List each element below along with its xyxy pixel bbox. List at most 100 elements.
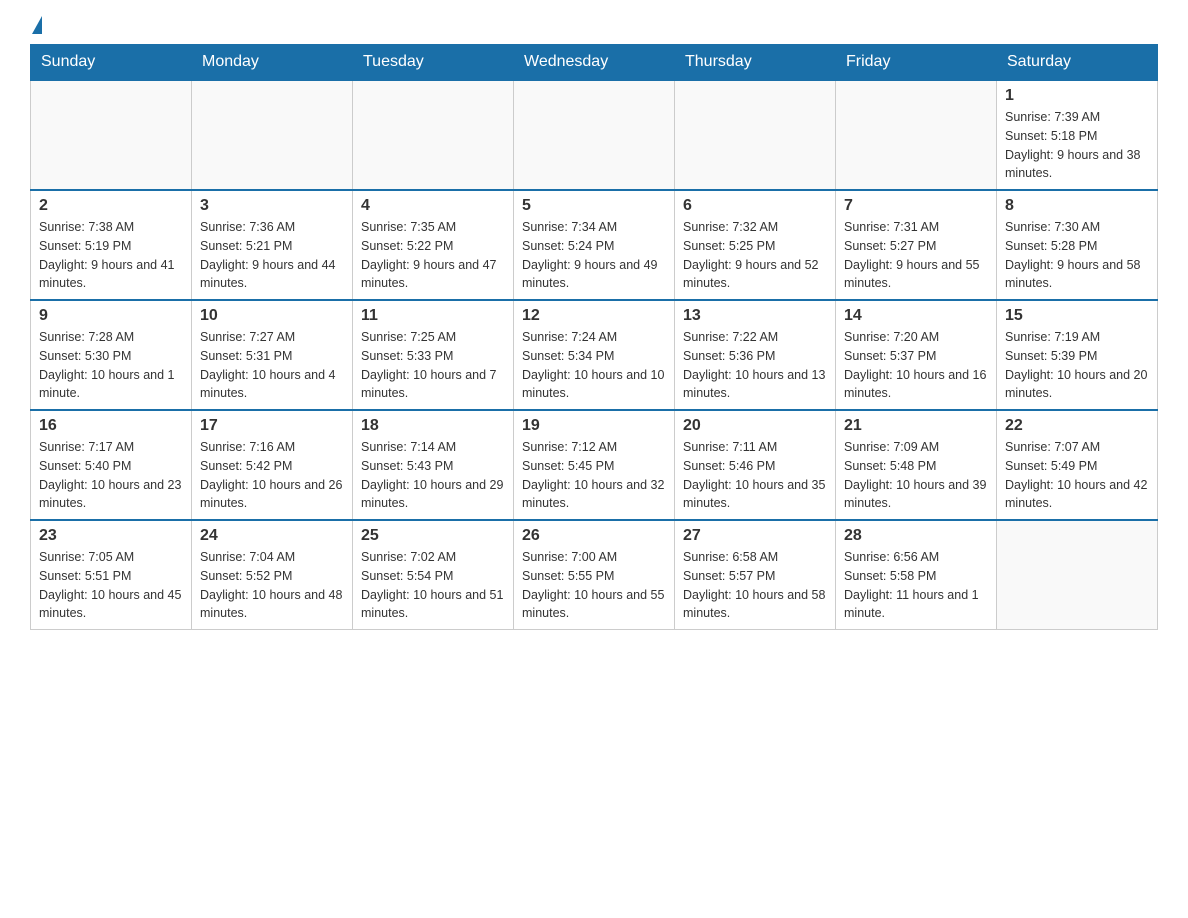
- day-info: Sunrise: 7:05 AM Sunset: 5:51 PM Dayligh…: [39, 548, 183, 623]
- calendar-cell: 24 Sunrise: 7:04 AM Sunset: 5:52 PM Dayli…: [192, 520, 353, 630]
- calendar-cell: 22 Sunrise: 7:07 AM Sunset: 5:49 PM Dayli…: [997, 410, 1158, 520]
- day-number: 11: [361, 307, 505, 325]
- day-number: 18: [361, 417, 505, 435]
- day-number: 27: [683, 527, 827, 545]
- day-of-week-header: Tuesday: [353, 45, 514, 81]
- calendar-cell: 18 Sunrise: 7:14 AM Sunset: 5:43 PM Dayli…: [353, 410, 514, 520]
- day-info: Sunrise: 7:24 AM Sunset: 5:34 PM Dayligh…: [522, 328, 666, 403]
- calendar-cell: 28 Sunrise: 6:56 AM Sunset: 5:58 PM Dayli…: [836, 520, 997, 630]
- calendar-cell: 26 Sunrise: 7:00 AM Sunset: 5:55 PM Dayli…: [514, 520, 675, 630]
- day-number: 3: [200, 197, 344, 215]
- calendar-cell: 9 Sunrise: 7:28 AM Sunset: 5:30 PM Daylig…: [31, 300, 192, 410]
- calendar-cell: 11 Sunrise: 7:25 AM Sunset: 5:33 PM Dayli…: [353, 300, 514, 410]
- logo: [30, 20, 42, 34]
- day-number: 28: [844, 527, 988, 545]
- day-info: Sunrise: 7:11 AM Sunset: 5:46 PM Dayligh…: [683, 438, 827, 513]
- calendar-header-row: SundayMondayTuesdayWednesdayThursdayFrid…: [31, 45, 1158, 81]
- day-number: 5: [522, 197, 666, 215]
- day-info: Sunrise: 7:30 AM Sunset: 5:28 PM Dayligh…: [1005, 218, 1149, 293]
- calendar-cell: 25 Sunrise: 7:02 AM Sunset: 5:54 PM Dayli…: [353, 520, 514, 630]
- day-of-week-header: Sunday: [31, 45, 192, 81]
- day-of-week-header: Saturday: [997, 45, 1158, 81]
- day-info: Sunrise: 7:00 AM Sunset: 5:55 PM Dayligh…: [522, 548, 666, 623]
- calendar-cell: [353, 80, 514, 190]
- day-number: 7: [844, 197, 988, 215]
- day-number: 10: [200, 307, 344, 325]
- day-number: 26: [522, 527, 666, 545]
- logo-triangle-icon: [32, 16, 42, 34]
- calendar-cell: [836, 80, 997, 190]
- calendar-cell: [514, 80, 675, 190]
- day-number: 20: [683, 417, 827, 435]
- calendar-cell: 3 Sunrise: 7:36 AM Sunset: 5:21 PM Daylig…: [192, 190, 353, 300]
- calendar-cell: 5 Sunrise: 7:34 AM Sunset: 5:24 PM Daylig…: [514, 190, 675, 300]
- day-info: Sunrise: 7:34 AM Sunset: 5:24 PM Dayligh…: [522, 218, 666, 293]
- day-info: Sunrise: 7:12 AM Sunset: 5:45 PM Dayligh…: [522, 438, 666, 513]
- day-info: Sunrise: 7:17 AM Sunset: 5:40 PM Dayligh…: [39, 438, 183, 513]
- calendar-cell: 20 Sunrise: 7:11 AM Sunset: 5:46 PM Dayli…: [675, 410, 836, 520]
- day-info: Sunrise: 7:07 AM Sunset: 5:49 PM Dayligh…: [1005, 438, 1149, 513]
- day-info: Sunrise: 7:20 AM Sunset: 5:37 PM Dayligh…: [844, 328, 988, 403]
- day-number: 22: [1005, 417, 1149, 435]
- day-number: 13: [683, 307, 827, 325]
- day-number: 9: [39, 307, 183, 325]
- day-info: Sunrise: 7:28 AM Sunset: 5:30 PM Dayligh…: [39, 328, 183, 403]
- calendar-cell: 2Sunrise: 7:38 AM Sunset: 5:19 PM Daylig…: [31, 190, 192, 300]
- day-number: 19: [522, 417, 666, 435]
- calendar-cell: 12 Sunrise: 7:24 AM Sunset: 5:34 PM Dayli…: [514, 300, 675, 410]
- calendar-cell: 27 Sunrise: 6:58 AM Sunset: 5:57 PM Dayli…: [675, 520, 836, 630]
- day-of-week-header: Thursday: [675, 45, 836, 81]
- calendar-cell: [31, 80, 192, 190]
- calendar-cell: 1 Sunrise: 7:39 AM Sunset: 5:18 PM Daylig…: [997, 80, 1158, 190]
- calendar-cell: [192, 80, 353, 190]
- calendar-cell: 17 Sunrise: 7:16 AM Sunset: 5:42 PM Dayli…: [192, 410, 353, 520]
- day-info: Sunrise: 6:56 AM Sunset: 5:58 PM Dayligh…: [844, 548, 988, 623]
- day-info: Sunrise: 7:22 AM Sunset: 5:36 PM Dayligh…: [683, 328, 827, 403]
- day-number: 12: [522, 307, 666, 325]
- day-number: 25: [361, 527, 505, 545]
- day-info: Sunrise: 7:04 AM Sunset: 5:52 PM Dayligh…: [200, 548, 344, 623]
- calendar-cell: 4Sunrise: 7:35 AM Sunset: 5:22 PM Daylig…: [353, 190, 514, 300]
- day-info: Sunrise: 7:09 AM Sunset: 5:48 PM Dayligh…: [844, 438, 988, 513]
- page-header: [30, 20, 1158, 34]
- day-info: Sunrise: 6:58 AM Sunset: 5:57 PM Dayligh…: [683, 548, 827, 623]
- calendar-cell: 15 Sunrise: 7:19 AM Sunset: 5:39 PM Dayli…: [997, 300, 1158, 410]
- day-number: 6: [683, 197, 827, 215]
- calendar-cell: 8 Sunrise: 7:30 AM Sunset: 5:28 PM Daylig…: [997, 190, 1158, 300]
- calendar-cell: [997, 520, 1158, 630]
- calendar-cell: [675, 80, 836, 190]
- calendar-table: SundayMondayTuesdayWednesdayThursdayFrid…: [30, 44, 1158, 630]
- day-of-week-header: Monday: [192, 45, 353, 81]
- day-info: Sunrise: 7:32 AM Sunset: 5:25 PM Dayligh…: [683, 218, 827, 293]
- day-number: 24: [200, 527, 344, 545]
- day-number: 14: [844, 307, 988, 325]
- day-info: Sunrise: 7:31 AM Sunset: 5:27 PM Dayligh…: [844, 218, 988, 293]
- calendar-cell: 19 Sunrise: 7:12 AM Sunset: 5:45 PM Dayli…: [514, 410, 675, 520]
- calendar-cell: 6 Sunrise: 7:32 AM Sunset: 5:25 PM Daylig…: [675, 190, 836, 300]
- day-number: 21: [844, 417, 988, 435]
- calendar-cell: 13 Sunrise: 7:22 AM Sunset: 5:36 PM Dayli…: [675, 300, 836, 410]
- day-number: 17: [200, 417, 344, 435]
- calendar-cell: 10Sunrise: 7:27 AM Sunset: 5:31 PM Dayli…: [192, 300, 353, 410]
- day-number: 2: [39, 197, 183, 215]
- day-info: Sunrise: 7:36 AM Sunset: 5:21 PM Dayligh…: [200, 218, 344, 293]
- day-info: Sunrise: 7:25 AM Sunset: 5:33 PM Dayligh…: [361, 328, 505, 403]
- calendar-cell: 16 Sunrise: 7:17 AM Sunset: 5:40 PM Dayli…: [31, 410, 192, 520]
- day-number: 16: [39, 417, 183, 435]
- calendar-cell: 21 Sunrise: 7:09 AM Sunset: 5:48 PM Dayli…: [836, 410, 997, 520]
- day-info: Sunrise: 7:14 AM Sunset: 5:43 PM Dayligh…: [361, 438, 505, 513]
- day-info: Sunrise: 7:16 AM Sunset: 5:42 PM Dayligh…: [200, 438, 344, 513]
- day-of-week-header: Wednesday: [514, 45, 675, 81]
- calendar-cell: 7 Sunrise: 7:31 AM Sunset: 5:27 PM Daylig…: [836, 190, 997, 300]
- calendar-cell: 23 Sunrise: 7:05 AM Sunset: 5:51 PM Dayli…: [31, 520, 192, 630]
- day-number: 23: [39, 527, 183, 545]
- day-info: Sunrise: 7:35 AM Sunset: 5:22 PM Dayligh…: [361, 218, 505, 293]
- day-info: Sunrise: 7:39 AM Sunset: 5:18 PM Dayligh…: [1005, 108, 1149, 183]
- day-number: 8: [1005, 197, 1149, 215]
- day-info: Sunrise: 7:02 AM Sunset: 5:54 PM Dayligh…: [361, 548, 505, 623]
- day-number: 15: [1005, 307, 1149, 325]
- day-number: 1: [1005, 87, 1149, 105]
- day-of-week-header: Friday: [836, 45, 997, 81]
- calendar-cell: 14 Sunrise: 7:20 AM Sunset: 5:37 PM Dayli…: [836, 300, 997, 410]
- day-info: Sunrise: 7:19 AM Sunset: 5:39 PM Dayligh…: [1005, 328, 1149, 403]
